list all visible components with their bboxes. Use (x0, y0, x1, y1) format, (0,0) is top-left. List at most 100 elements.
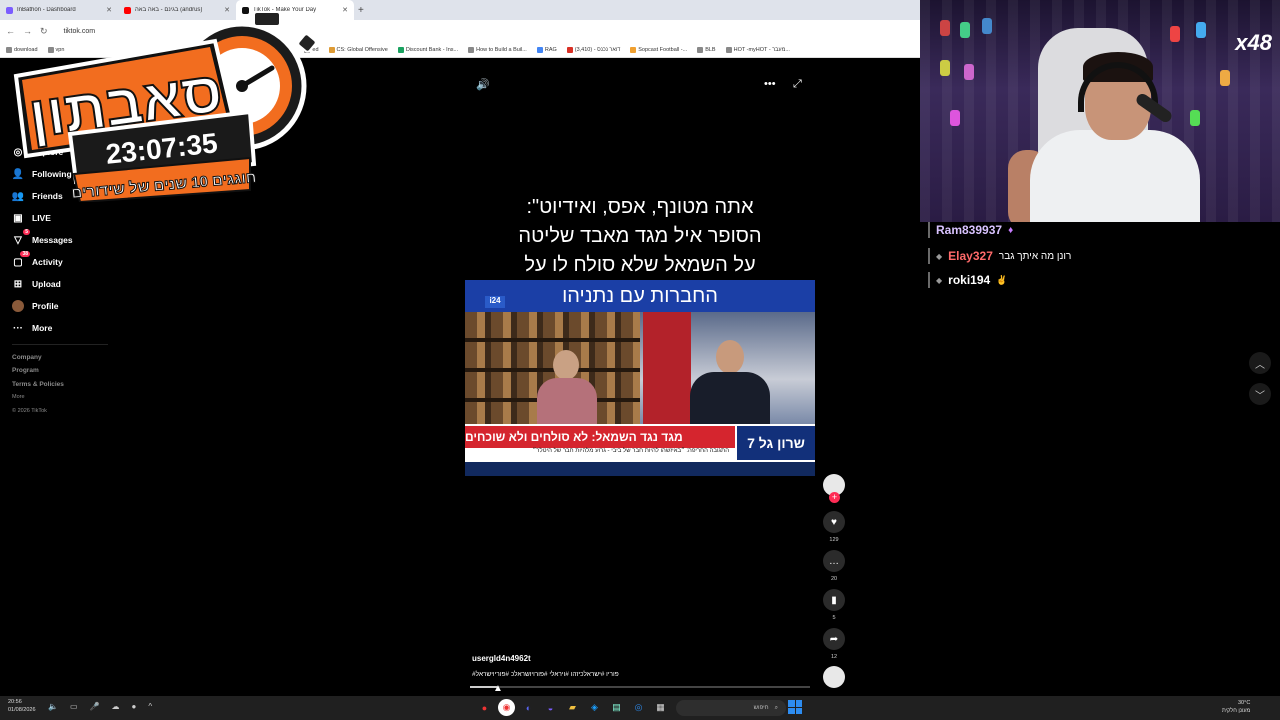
like-button[interactable]: ♥ 129 (823, 511, 845, 543)
bookmark-label: HOT -myHOT - מעבר... (733, 46, 790, 53)
figurine (1170, 26, 1180, 42)
chrome-icon[interactable]: ◉ (498, 699, 515, 716)
taskbar-search[interactable]: חיפוש ⌕ (676, 700, 786, 716)
bookmark-item[interactable]: CS: Global Offensive (328, 46, 388, 53)
chat-username[interactable]: roki194 (948, 273, 990, 287)
weather-temp: 30°C (1238, 700, 1251, 706)
bookmark-icon (536, 46, 543, 53)
footer-program-link[interactable]: Program (12, 367, 39, 374)
chat-message: ◆ Elay327 רונן מה איתך גבר (928, 248, 1071, 264)
more-icon: ··· (13, 322, 23, 334)
volume-icon[interactable]: 🔊 (476, 78, 490, 91)
new-tab-icon[interactable]: + (358, 5, 364, 16)
chat-username[interactable]: Ram839937 (936, 223, 1002, 237)
sound-disc-icon (823, 666, 845, 688)
windows-start-icon[interactable] (788, 700, 802, 714)
bookmark-item[interactable]: (3,410) - דואר נכנס (566, 46, 620, 53)
sidebar-divider (12, 344, 108, 345)
comment-count: 20 (830, 576, 838, 582)
chevron-down-icon: ﹀ (1255, 390, 1265, 402)
search-placeholder: חיפוש (753, 705, 769, 711)
follow-plus-icon[interactable]: + (829, 492, 840, 503)
weather-widget[interactable]: 30°C מעונן חלקית (1222, 699, 1250, 715)
comment-button[interactable]: … 20 (823, 550, 845, 582)
sidebar-item-activity[interactable]: ▢ 38 Activity (12, 251, 63, 268)
bookmark-item[interactable]: HOT -myHOT - מעבר... (725, 46, 790, 53)
more-options-icon[interactable]: ••• (764, 78, 776, 90)
footer-terms-link[interactable]: Terms & Policies (12, 381, 64, 388)
bookmark-label: BLB (705, 46, 716, 53)
emote-icon: ♦ (1008, 224, 1014, 236)
bookmark-item[interactable]: Discount Bank - Ins... (397, 46, 458, 53)
video-progress-bar[interactable] (470, 686, 810, 688)
sidebar-item-upload[interactable]: ⊞ Upload (12, 278, 61, 290)
figurine (940, 60, 950, 76)
folder-icon[interactable]: ▰ (564, 699, 581, 716)
steam-icon[interactable]: ◈ (586, 699, 603, 716)
video-username[interactable]: usergld4n4962t (472, 654, 531, 663)
multiplier-badge: x48 (1235, 30, 1272, 55)
creator-avatar-button[interactable]: + (823, 474, 845, 503)
sidebar-item-label: Profile (32, 301, 59, 311)
bookmark-item[interactable]: RAG (536, 46, 557, 53)
sidebar-item-profile[interactable]: Profile (12, 300, 58, 312)
headset-app-icon[interactable]: ◒ (542, 699, 559, 716)
footer-more-link[interactable]: More (12, 394, 25, 400)
sidebar-item-label: Upload (32, 279, 61, 289)
messages-icon: ▽ 5 (14, 229, 30, 246)
sound-disc-button[interactable] (823, 666, 845, 688)
chat-username[interactable]: Elay327 (948, 249, 993, 263)
close-tab-icon[interactable]: ✕ (342, 6, 348, 14)
speaker-icon[interactable]: 🔈 (48, 702, 58, 711)
chat-text: רונן מה איתך גבר (998, 250, 1072, 262)
video-hashtags[interactable]: #פוריו #ישראלכיזהו #ויראלי #פורויושראלכ … (472, 671, 619, 678)
caption-line: אתה מטונף, אפס, ואידיוט": (526, 196, 754, 218)
chat-badge-icon: ◆ (936, 275, 943, 285)
network-icon[interactable]: ▭ (70, 702, 78, 711)
footer-company-link[interactable]: Company (12, 354, 42, 361)
edge-icon[interactable]: ◎ (630, 699, 647, 716)
bookmark-item[interactable]: Sopcast Football -... (630, 46, 688, 53)
scroll-down-button[interactable]: ﹀ (1249, 383, 1271, 405)
bookmark-icon (397, 46, 404, 53)
bookmark-item[interactable]: BLB (697, 46, 716, 53)
app-icon[interactable]: ● (476, 699, 493, 716)
discord-icon[interactable]: ◐ (520, 699, 537, 716)
activity-badge: 38 (20, 251, 30, 257)
bookmark-icon (328, 46, 335, 53)
record-icon[interactable]: ● (132, 702, 137, 711)
taskbar-clock[interactable]: 20:56 01/08/2026 (8, 698, 36, 714)
sidebar-item-more[interactable]: ··· More (12, 322, 52, 334)
save-count: 5 (832, 615, 836, 621)
lower-bar (465, 462, 815, 476)
bookmark-item[interactable]: How to Build a Buil... (468, 46, 527, 53)
share-button[interactable]: ➦ 12 (823, 628, 845, 660)
studio-red-wall (643, 312, 691, 424)
tray-chevron-icon[interactable]: ^ (148, 702, 152, 711)
video-caption: אתה מטונף, אפס, ואידיוט": הסופר איל מגד … (465, 193, 815, 280)
terminal-icon[interactable]: ▦ (652, 699, 669, 716)
bookmark-icon (725, 46, 732, 53)
system-tray: 🔈 ▭ 🎤 ☁ ● ^ (48, 702, 152, 711)
streamer-body (1030, 130, 1200, 222)
chat-message: Ram839937 ♦ (928, 222, 1013, 238)
program-tag: שרון גל 7 (737, 426, 815, 460)
emote-icon: ✌ (996, 274, 1008, 285)
mic-icon[interactable]: 🎤 (90, 702, 100, 711)
chat-bar (928, 272, 930, 288)
guest-figure (537, 350, 597, 428)
chyron-sub: התגובה החריפה: ״באיזשהו להיות חבר של ביב… (465, 448, 735, 460)
stream-chat: Ram839937 ♦ ◆ Elay327 רונן מה איתך גבר ◆… (920, 222, 1280, 696)
photo-app-icon[interactable]: ▤ (608, 699, 625, 716)
save-button[interactable]: ▮ 5 (823, 589, 845, 621)
bookmark-label: Sopcast Football -... (638, 46, 688, 53)
fullscreen-icon[interactable]: ⤢ (793, 78, 802, 91)
caption-line: על השמאל שלא סולח לו על (524, 254, 756, 276)
anchor-figure (690, 340, 770, 428)
cloud-icon[interactable]: ☁ (112, 702, 120, 711)
sidebar-item-live[interactable]: ▣ LIVE (12, 212, 51, 224)
video-player[interactable]: מגד נגד השמאל: לא סולחים ולא שוכחים התגו… (465, 312, 815, 476)
sidebar-item-messages[interactable]: ▽ 5 Messages (12, 229, 73, 246)
sidebar-item-label: Messages (32, 235, 73, 245)
scroll-up-button[interactable]: ︿ (1249, 352, 1271, 374)
